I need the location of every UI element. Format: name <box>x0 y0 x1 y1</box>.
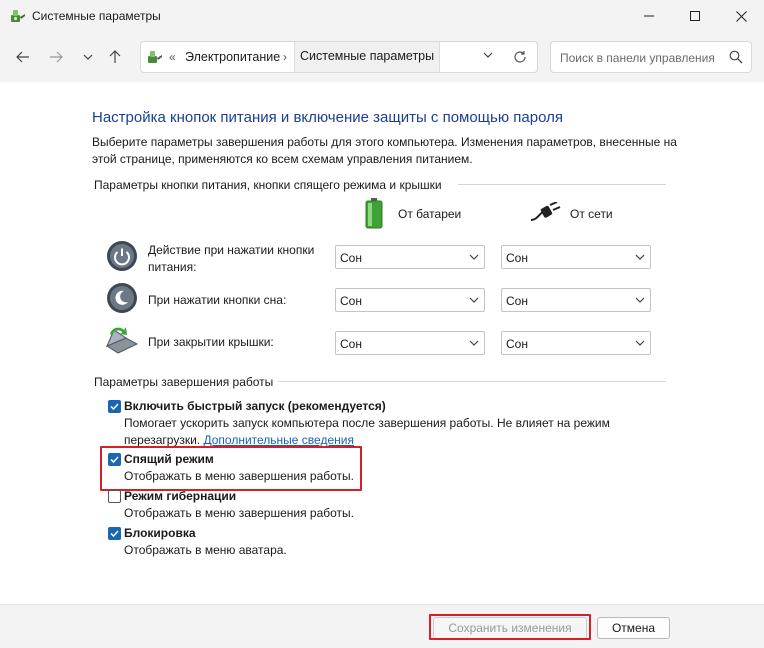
fast-startup-checkbox[interactable] <box>108 400 121 413</box>
close-button[interactable] <box>718 0 764 32</box>
page-intro: Выберите параметры завершения работы для… <box>92 135 677 166</box>
breadcrumb-power-options[interactable]: Электропитание <box>185 50 280 64</box>
sleep-button-ac-select[interactable]: Сон <box>501 288 651 312</box>
chevron-down-icon <box>635 254 645 260</box>
maximize-icon <box>690 11 700 21</box>
arrow-left-icon <box>16 51 29 63</box>
lid-close-label: При закрытии крышки: <box>148 335 274 349</box>
lid-close-battery-select[interactable]: Сон <box>335 331 485 355</box>
chevron-down-icon <box>469 297 479 303</box>
column-battery-label: От батареи <box>398 207 462 221</box>
arrow-up-icon <box>109 50 121 63</box>
section-divider <box>278 381 666 382</box>
power-options-icon <box>11 10 25 22</box>
minimize-button[interactable] <box>626 0 672 32</box>
page-title: Настройка кнопок питания и включение защ… <box>92 109 563 126</box>
arrow-right-icon <box>50 51 63 63</box>
breadcrumb-system-settings[interactable]: Системные параметры <box>294 42 441 72</box>
hibernate-title[interactable]: Режим гибернации <box>124 489 236 503</box>
column-ac-label: От сети <box>570 207 613 221</box>
forward-button[interactable] <box>45 46 67 68</box>
lock-desc: Отображать в меню аватара. <box>124 543 287 557</box>
search-box[interactable]: Поиск в панели управления <box>550 41 752 73</box>
power-section-header: Параметры кнопки питания, кнопки спящего… <box>94 178 442 192</box>
address-bar[interactable]: « Электропитание › Системные параметры <box>140 41 538 73</box>
chevron-down-icon <box>635 297 645 303</box>
sleep-button-label: При нажатии кнопки сна: <box>148 293 287 307</box>
breadcrumb-overflow[interactable]: « <box>169 50 176 64</box>
chevron-down-icon <box>83 54 93 60</box>
hibernate-desc: Отображать в меню завершения работы. <box>124 506 355 520</box>
fast-startup-title[interactable]: Включить быстрый запуск (рекомендуется) <box>124 399 386 413</box>
footer-bar: Сохранить изменения Отмена <box>0 604 764 648</box>
title-bar: Системные параметры <box>0 0 764 32</box>
minimize-icon <box>644 15 654 17</box>
close-icon <box>735 10 747 22</box>
history-dropdown[interactable] <box>77 46 99 68</box>
checkmark-icon <box>110 403 119 411</box>
back-button[interactable] <box>12 46 34 68</box>
chevron-down-icon <box>635 340 645 346</box>
sleep-button-battery-select[interactable]: Сон <box>335 288 485 312</box>
chevron-down-icon <box>469 340 479 346</box>
content-area: Настройка кнопок питания и включение защ… <box>0 82 764 604</box>
checkmark-icon <box>110 530 119 538</box>
chevron-down-icon[interactable] <box>483 52 493 58</box>
navigation-bar: « Электропитание › Системные параметры П… <box>0 32 764 82</box>
cancel-button[interactable]: Отмена <box>597 617 670 639</box>
battery-icon <box>365 198 383 229</box>
sleep-button-icon <box>107 283 137 313</box>
sleep-highlight-frame <box>100 446 362 491</box>
breadcrumb-separator[interactable]: › <box>283 50 287 64</box>
fast-startup-desc: Помогает ускорить запуск компьютера посл… <box>124 416 610 447</box>
laptop-lid-icon <box>105 327 139 354</box>
shutdown-section-header: Параметры завершения работы <box>94 375 274 389</box>
plug-icon <box>530 202 561 221</box>
power-button-ac-select[interactable]: Сон <box>501 245 651 269</box>
lid-close-ac-select[interactable]: Сон <box>501 331 651 355</box>
lock-title[interactable]: Блокировка <box>124 526 196 540</box>
up-button[interactable] <box>104 46 126 68</box>
search-input[interactable]: Поиск в панели управления <box>560 51 715 65</box>
chevron-down-icon <box>469 254 479 260</box>
window-title: Системные параметры <box>32 9 161 23</box>
power-button-battery-select[interactable]: Сон <box>335 245 485 269</box>
search-icon[interactable] <box>729 50 743 64</box>
hibernate-checkbox[interactable] <box>108 490 121 503</box>
lock-checkbox[interactable] <box>108 527 121 540</box>
power-options-icon <box>148 51 162 63</box>
refresh-icon[interactable] <box>513 50 527 64</box>
power-button-icon <box>107 241 137 271</box>
section-divider <box>458 184 666 185</box>
save-highlight-frame <box>429 614 591 640</box>
maximize-button[interactable] <box>672 0 718 32</box>
power-button-label: Действие при нажатии кнопки питания: <box>148 243 315 274</box>
more-info-link[interactable]: Дополнительные сведения <box>203 433 353 447</box>
